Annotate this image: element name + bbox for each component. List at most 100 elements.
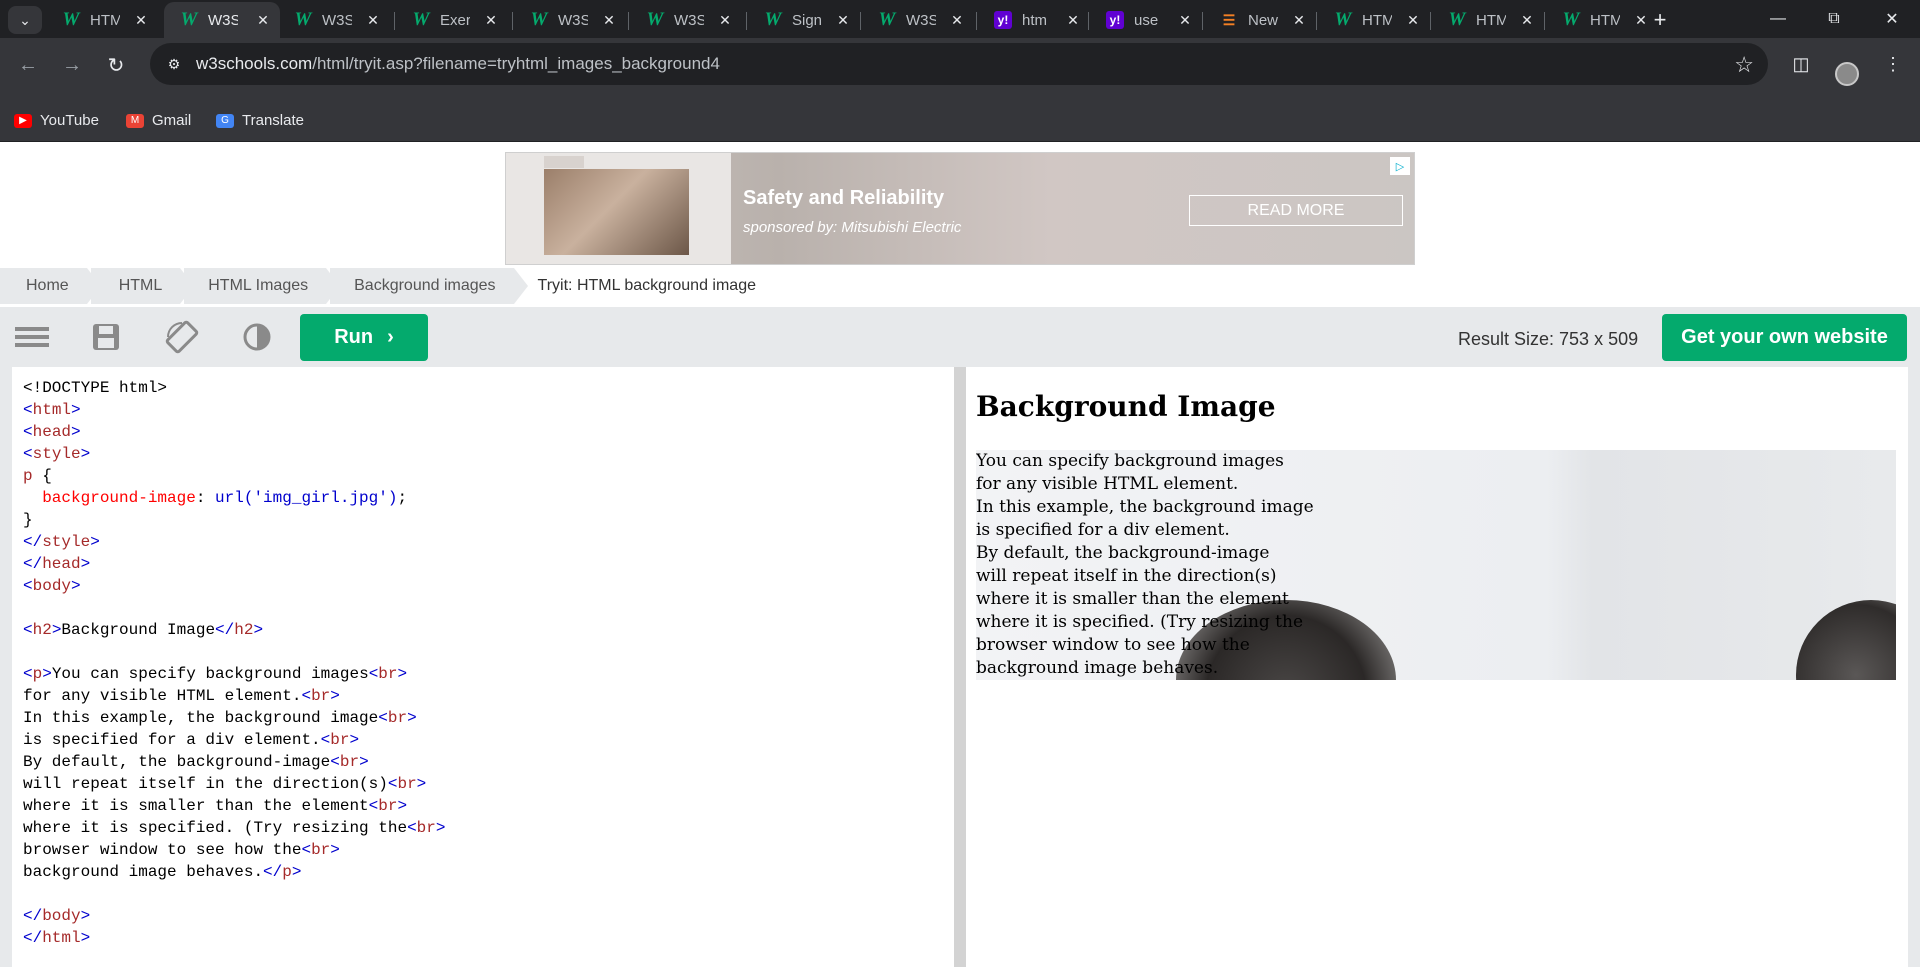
code-token: p (32, 665, 43, 683)
profile-avatar[interactable] (1835, 62, 1859, 86)
tab-close-icon[interactable]: ✕ (254, 11, 272, 29)
dark-mode-contrast-icon[interactable] (239, 319, 275, 355)
side-panel-icon[interactable]: ◫ (1786, 49, 1816, 79)
code-token: Background Image (61, 621, 216, 639)
tab-search-chevron-icon[interactable]: ⌄ (8, 6, 42, 34)
browser-tab[interactable]: y! htm ✕ (978, 2, 1090, 38)
panel-divider[interactable] (954, 367, 966, 967)
browser-tab[interactable]: W Sign ✕ (748, 2, 860, 38)
reload-icon[interactable]: ↻ (100, 49, 132, 81)
ad-read-more-button[interactable]: READ MORE (1189, 195, 1403, 226)
code-token: </ (23, 907, 43, 925)
code-editor[interactable]: <!DOCTYPE html> <html> <head> <style> p { ba… (12, 367, 954, 967)
forward-arrow-icon[interactable]: → (56, 49, 88, 81)
browser-tab[interactable]: y! use ✕ (1090, 2, 1202, 38)
code-token: url('img_girl.jpg') (215, 489, 398, 507)
minimize-icon[interactable]: — (1750, 0, 1806, 38)
tab-close-icon[interactable]: ✕ (1176, 11, 1194, 29)
hamburger-menu-icon[interactable] (14, 319, 50, 355)
site-info-icon[interactable]: ⚙ (164, 54, 184, 74)
code-token: < (368, 665, 379, 683)
bookmark-gmail[interactable]: M Gmail (126, 112, 191, 129)
w3schools-icon: W (764, 9, 782, 30)
browser-tab[interactable]: W W3S ✕ (630, 2, 742, 38)
ad-banner[interactable]: Safety and Reliability sponsored by: Mit… (505, 152, 1415, 265)
code-token: > (71, 577, 81, 595)
breadcrumb-home[interactable]: Home (0, 268, 101, 304)
tab-close-icon[interactable]: ✕ (716, 11, 734, 29)
browser-tab[interactable]: W HTM ✕ (1318, 2, 1430, 38)
tab-close-icon[interactable]: ✕ (1290, 11, 1308, 29)
code-token: <!DOCTYPE html> (23, 379, 168, 397)
tab-close-icon[interactable]: ✕ (1404, 11, 1422, 29)
run-button[interactable]: Run › (300, 314, 428, 361)
browser-tab[interactable]: W HTM ✕ (46, 2, 158, 38)
code-token: for any visible HTML element. (23, 687, 302, 705)
code-token: > (71, 401, 81, 419)
breadcrumb-html[interactable]: HTML (90, 268, 194, 304)
code-line: <h2>Background Image</h2> (23, 619, 943, 641)
result-text-line: By default, the background-image (976, 543, 1270, 563)
result-text-line: where it is specified. (Try resizing the (976, 612, 1304, 632)
breadcrumb-background-images[interactable]: Background images (330, 268, 529, 304)
bookmark-translate[interactable]: G Translate (216, 112, 304, 129)
tab-title: HTM (1476, 11, 1506, 29)
breadcrumb-html-images[interactable]: HTML Images (184, 268, 340, 304)
get-your-own-website-button[interactable]: Get your own website (1662, 314, 1907, 361)
bookmark-label: Gmail (152, 112, 192, 129)
result-text-line: In this example, the background image (976, 497, 1314, 517)
code-token: > (90, 533, 100, 551)
bookmark-star-icon[interactable]: ☆ (1734, 52, 1754, 78)
bookmark-youtube[interactable]: ▶ YouTube (14, 112, 99, 129)
tab-close-icon[interactable]: ✕ (834, 11, 852, 29)
code-token: html (32, 401, 72, 419)
tab-close-icon[interactable]: ✕ (948, 11, 966, 29)
tab-close-icon[interactable]: ✕ (1064, 11, 1082, 29)
browser-tab[interactable]: W Exer ✕ (396, 2, 508, 38)
code-token: < (23, 665, 33, 683)
code-token: { (32, 467, 52, 485)
rotate-orientation-icon[interactable] (164, 319, 200, 355)
code-token: > (71, 423, 81, 441)
code-token: > (80, 929, 91, 947)
workspace: <!DOCTYPE html> <html> <head> <style> p { ba… (0, 367, 1920, 967)
back-arrow-icon[interactable]: ← (12, 49, 44, 81)
tab-title: W3S (208, 11, 238, 29)
code-token: > (397, 797, 408, 815)
browser-tab[interactable]: W W3S ✕ (862, 2, 974, 38)
save-icon[interactable] (88, 319, 124, 355)
code-line: <body> (23, 575, 943, 597)
tab-close-icon[interactable]: ✕ (364, 11, 382, 29)
restore-icon[interactable]: ⧉ (1806, 0, 1862, 38)
ad-choices-icon[interactable]: ▷ (1390, 157, 1410, 175)
code-token: > (435, 819, 446, 837)
ad-logo (544, 156, 584, 168)
browser-tab[interactable]: W HTM ✕ (1432, 2, 1544, 38)
code-token: html (42, 929, 81, 947)
browser-tab[interactable]: W W3S ✕ (164, 2, 280, 38)
close-window-icon[interactable]: ✕ (1864, 0, 1920, 38)
ad-title: Safety and Reliability (743, 187, 945, 209)
tab-close-icon[interactable]: ✕ (132, 11, 150, 29)
result-text-line: is specified for a div element. (976, 520, 1230, 540)
tab-title: HTM (90, 11, 120, 29)
result-frame: Background Image You can specify backgro… (966, 367, 1908, 967)
browser-tab[interactable]: ☰ New ✕ (1204, 2, 1316, 38)
tab-title: htm (1022, 11, 1048, 29)
browser-tab[interactable]: W W3S ✕ (278, 2, 390, 38)
browser-tab[interactable]: W W3S ✕ (514, 2, 626, 38)
new-tab-plus-icon[interactable]: + (1646, 6, 1674, 34)
code-token: > (80, 555, 91, 573)
w3schools-icon: W (1334, 9, 1352, 30)
url-text[interactable]: w3schools.com/html/tryit.asp?filename=tr… (196, 54, 720, 74)
tab-close-icon[interactable]: ✕ (482, 11, 500, 29)
tab-close-icon[interactable]: ✕ (600, 11, 618, 29)
tab-close-icon[interactable]: ✕ (1518, 11, 1536, 29)
code-token: < (301, 841, 312, 859)
address-bar[interactable]: ⚙ w3schools.com/html/tryit.asp?filename=… (150, 43, 1768, 85)
menu-kebab-icon[interactable]: ⋮ (1878, 49, 1908, 79)
w3schools-icon: W (530, 9, 548, 30)
browser-tab[interactable]: W HTM ✕ (1546, 2, 1658, 38)
